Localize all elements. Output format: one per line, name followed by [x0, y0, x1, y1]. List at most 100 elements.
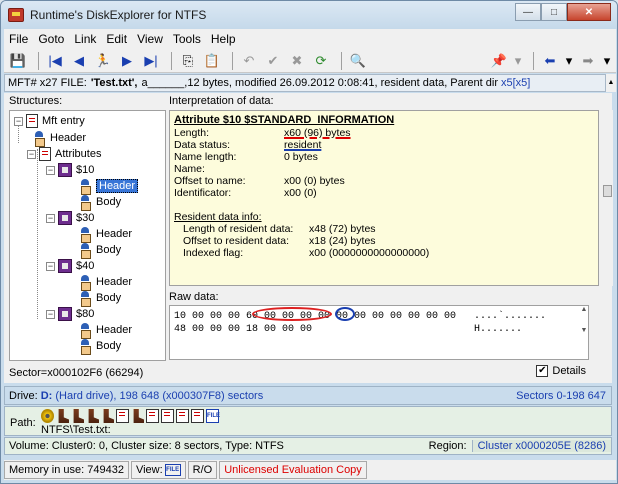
tree-node-attr-10[interactable]: − $10: [46, 162, 94, 178]
structures-panel: Structures: − Mft entry Header − Attribu…: [9, 95, 166, 361]
status-bar: Memory in use: 749432 View: FILE R/O Unl…: [4, 460, 616, 480]
tree-label: Attributes: [55, 148, 102, 160]
collapse-icon[interactable]: −: [46, 213, 55, 223]
tree-node-attr-80-body[interactable]: Body: [78, 338, 121, 355]
mft-record-icon[interactable]: [161, 409, 174, 423]
cancel-icon[interactable]: ✖: [287, 51, 307, 71]
drive-label: Drive:: [9, 389, 38, 402]
parent-dir-link[interactable]: x5[x5]: [501, 77, 530, 89]
collapse-icon[interactable]: −: [14, 116, 23, 126]
tree-node-attr-30[interactable]: − $30: [46, 210, 94, 226]
resident-row-offset: Offset to resident data: x18 (24) bytes: [174, 235, 594, 247]
interp-row-name-length: Name length: 0 bytes: [174, 151, 594, 163]
tree-label: Header: [96, 228, 133, 240]
pin-icon[interactable]: 📌: [489, 51, 509, 71]
details-toggle[interactable]: ✔ Details: [536, 365, 586, 377]
pin-dropdown-icon[interactable]: ▾: [513, 51, 523, 71]
tree-node-attr-10-header[interactable]: Header: [78, 178, 139, 195]
undo-icon[interactable]: ↶: [239, 51, 259, 71]
tree-node-attr-80-header[interactable]: Header: [78, 322, 132, 339]
details-checkbox[interactable]: ✔: [536, 365, 549, 377]
region-value: Cluster x0000205E (8286): [471, 440, 611, 452]
mft-record-icon[interactable]: [146, 409, 159, 423]
sector-range: Sectors 0-198 647: [516, 389, 606, 402]
paste-icon[interactable]: 📋: [202, 51, 222, 71]
raw-data-pane[interactable]: 10 00 00 00 60 00 00 00 00 00 00 00 00 0…: [169, 305, 589, 360]
tree-node-attr-10-body[interactable]: Body: [78, 194, 121, 211]
menu-help[interactable]: Help: [206, 32, 241, 46]
tree-node-attr-30-header[interactable]: Header: [78, 226, 133, 243]
tree-node-attr-80[interactable]: − $80: [46, 306, 94, 322]
field-key: Name:: [174, 163, 205, 175]
tree-node-mft-entry[interactable]: − Mft entry: [14, 113, 85, 129]
forward-dropdown-icon[interactable]: ▾: [602, 51, 612, 71]
interpretation-pane[interactable]: Attribute $10 $STANDARD_INFORMATION Leng…: [169, 110, 599, 286]
path-icons: FILE: [41, 409, 221, 423]
menu-view[interactable]: View: [132, 32, 168, 46]
boot-icon[interactable]: [103, 409, 114, 423]
tree-node-attr-40-body[interactable]: Body: [78, 290, 121, 307]
back-arrow-icon[interactable]: ⬅: [540, 51, 560, 71]
collapse-icon[interactable]: −: [46, 309, 55, 319]
collapse-icon[interactable]: −: [46, 261, 55, 271]
window-controls: — □ ✕: [515, 3, 611, 21]
menu-edit[interactable]: Edit: [101, 32, 132, 46]
raw-scrollbar[interactable]: ▲ ▼: [579, 306, 589, 359]
close-button[interactable]: ✕: [567, 3, 611, 21]
mft-record-icon[interactable]: [191, 409, 204, 423]
boot-icon[interactable]: [58, 409, 69, 423]
mft-record-icon[interactable]: [176, 409, 189, 423]
attribute-icon: [58, 307, 72, 321]
disk-icon[interactable]: [41, 409, 54, 423]
collapse-icon[interactable]: −: [46, 165, 55, 175]
tree-node-attributes[interactable]: − Attributes: [27, 146, 101, 162]
minimize-button[interactable]: —: [515, 3, 541, 21]
menu-tools[interactable]: Tools: [168, 32, 206, 46]
runner-icon[interactable]: 🏃: [93, 51, 113, 71]
boot-icon[interactable]: [88, 409, 99, 423]
menu-file[interactable]: File: [4, 32, 33, 46]
collapse-icon[interactable]: −: [27, 149, 36, 159]
menu-goto[interactable]: Goto: [33, 32, 69, 46]
refresh-icon[interactable]: ⟳: [311, 51, 331, 71]
region-info: Region: Cluster x0000205E (8286): [429, 440, 611, 452]
tree-node-attr-40[interactable]: − $40: [46, 258, 94, 274]
view-file-icon[interactable]: FILE: [164, 464, 181, 476]
copy-icon[interactable]: ⎘: [178, 51, 198, 71]
boot-icon[interactable]: [133, 409, 144, 423]
next-icon[interactable]: ▶: [117, 51, 137, 71]
file-icon[interactable]: FILE: [206, 409, 220, 423]
last-icon[interactable]: ▶|: [141, 51, 161, 71]
structures-label: Structures:: [9, 95, 63, 107]
interpretation-scrollbar[interactable]: [602, 110, 613, 286]
sector-indicator: Sector=x000102F6 (66294): [9, 367, 144, 379]
maximize-button[interactable]: □: [541, 3, 567, 21]
scrollbar-thumb[interactable]: [603, 185, 612, 197]
back-dropdown-icon[interactable]: ▾: [564, 51, 574, 71]
header-icon: [78, 178, 92, 195]
forward-arrow-icon[interactable]: ➡: [578, 51, 598, 71]
tree-node-attr-40-header[interactable]: Header: [78, 274, 132, 291]
menu-link[interactable]: Link: [69, 32, 101, 46]
field-value: x48 (72) bytes: [309, 223, 376, 235]
tree-node-header[interactable]: Header: [32, 130, 86, 147]
tree-node-attr-30-body[interactable]: Body: [78, 242, 121, 259]
structure-tree[interactable]: − Mft entry Header − Attributes − $10 He…: [9, 110, 166, 361]
file-name: 'Test.txt',: [90, 77, 138, 89]
mft-record-icon[interactable]: [116, 409, 129, 423]
first-icon[interactable]: |◀: [45, 51, 65, 71]
attribute-title: Attribute $10 $STANDARD_INFORMATION: [174, 114, 395, 126]
infobar-scroll-icon[interactable]: ▲: [606, 74, 616, 92]
preview-icon[interactable]: 🔍: [348, 51, 368, 71]
window-title: Runtime's DiskExplorer for NTFS: [30, 8, 207, 22]
save-icon[interactable]: 💾: [8, 51, 28, 71]
attribute-icon: [58, 211, 72, 225]
check-icon[interactable]: ✔: [263, 51, 283, 71]
drive-letter[interactable]: D:: [41, 390, 53, 402]
header-icon: [78, 322, 92, 339]
prev-icon[interactable]: ◀: [69, 51, 89, 71]
boot-icon[interactable]: [73, 409, 84, 423]
body-icon: [78, 242, 92, 259]
memory-status: Memory in use: 749432: [4, 461, 129, 479]
interp-row-data-status: Data status: resident: [174, 139, 594, 151]
